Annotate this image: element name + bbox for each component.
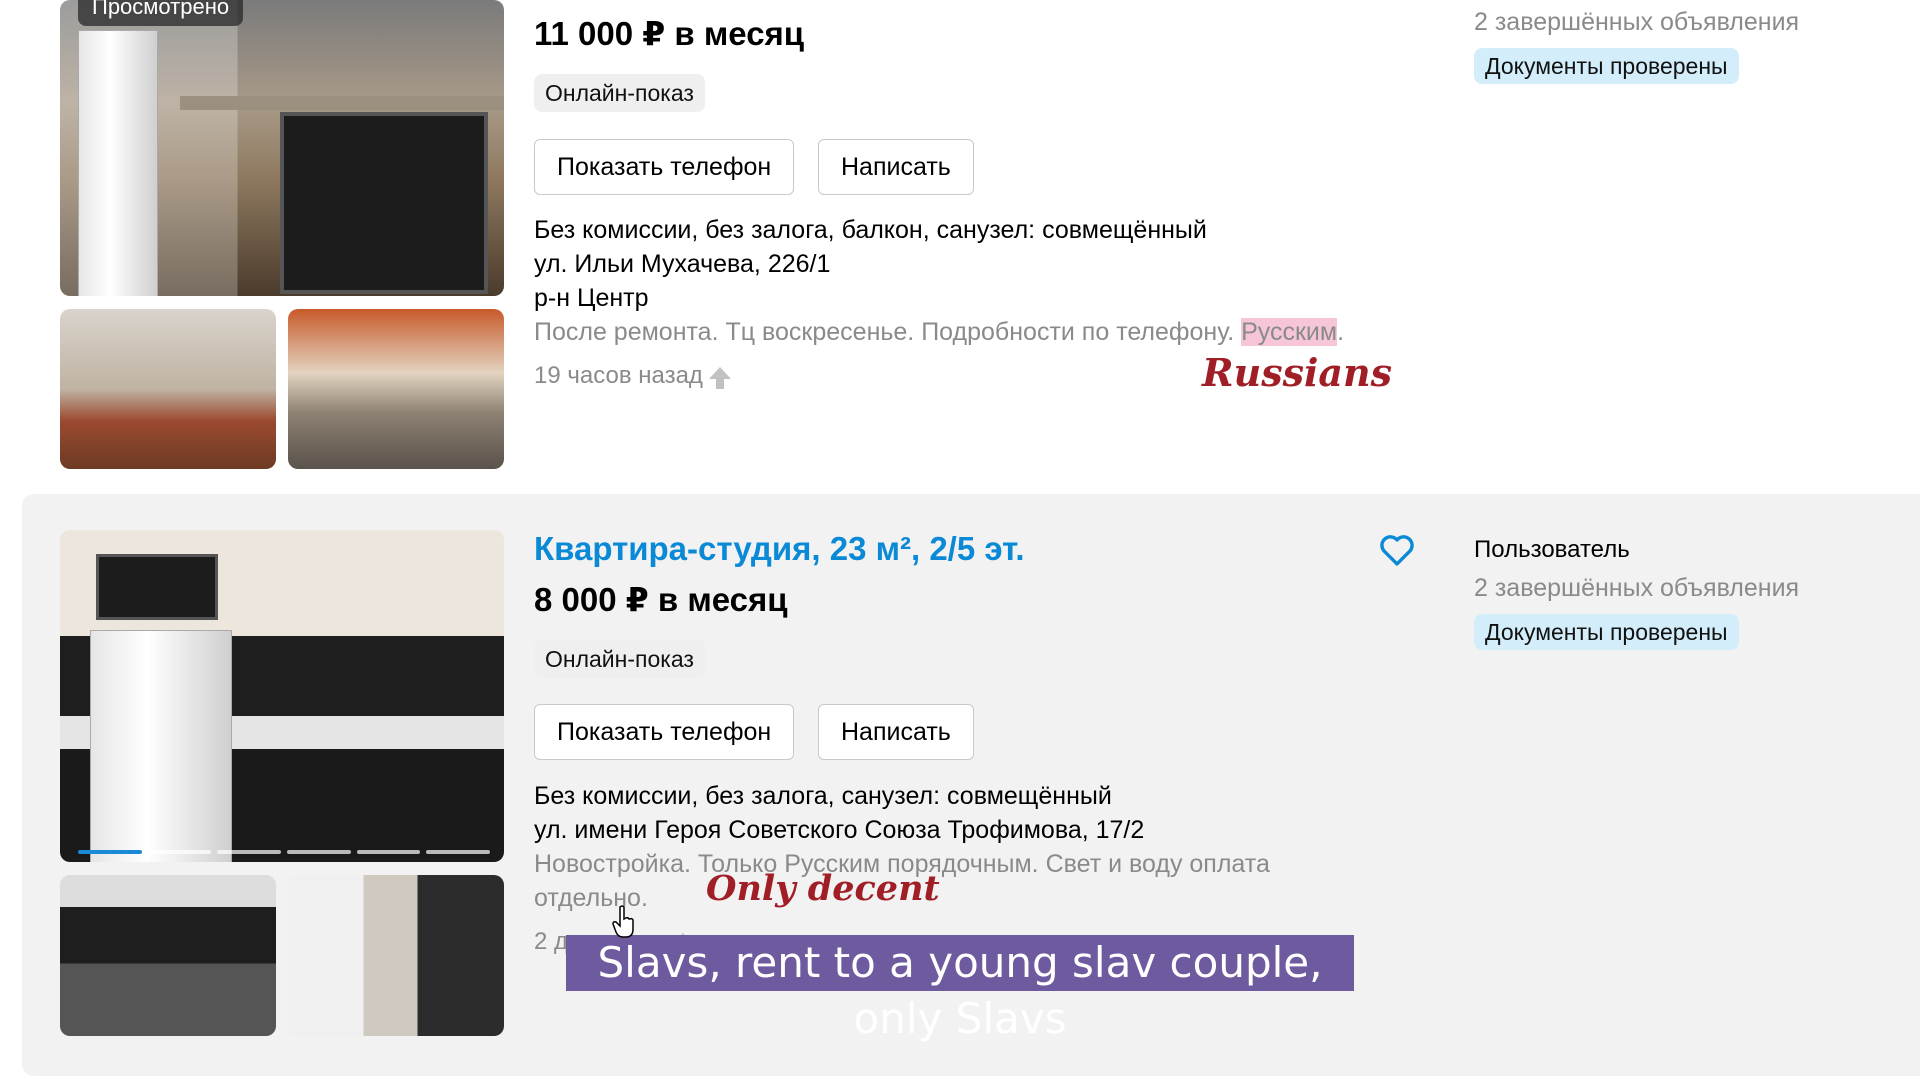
listing-1-verified-badge: Документы проверены <box>1474 48 1739 84</box>
listing-1-thumb-2[interactable] <box>288 309 504 469</box>
description-end: . <box>1337 318 1345 346</box>
listing-card-1: Просмотрено 11 000 ₽ в месяц Онлайн-пока… <box>0 0 1920 492</box>
oven <box>280 112 488 294</box>
listing-1-address[interactable]: ул. Ильи Мухачева, 226/1 <box>534 250 830 279</box>
listing-1-main-photo[interactable] <box>60 0 504 296</box>
description-text: После ремонта. Тц воскресенье. Подробнос… <box>534 318 1242 346</box>
listing-2-seller-name[interactable]: Пользователь <box>1474 536 1630 564</box>
hand-cursor-icon <box>612 905 634 938</box>
listing-1-district: р-н Центр <box>534 284 649 312</box>
viewed-tag: Просмотрено <box>78 0 244 26</box>
listing-2-features: Без комиссии, без залога, санузел: совме… <box>534 782 1112 810</box>
listing-2-thumb-2[interactable] <box>288 875 504 1036</box>
fridge <box>90 630 232 862</box>
listing-2-main-photo[interactable] <box>60 530 504 862</box>
highlighted-word: Русским <box>1241 318 1338 346</box>
listing-2-online-badge: Онлайн-показ <box>534 640 705 678</box>
listing-2-address[interactable]: ул. имени Героя Советского Союза Трофимо… <box>534 816 1144 845</box>
carousel-dot[interactable] <box>426 850 491 854</box>
time-text: 19 часов назад <box>534 362 703 389</box>
listing-2-verified-badge: Документы проверены <box>1474 614 1739 650</box>
listing-1-online-badge: Онлайн-показ <box>534 74 705 112</box>
video-subtitle: Slavs, rent to a young slav couple, only… <box>566 935 1354 1043</box>
listing-1-price: 11 000 ₽ в месяц <box>534 15 805 52</box>
listing-1-features: Без комиссии, без залога, балкон, санузе… <box>534 216 1207 244</box>
listing-1-description: После ремонта. Тц воскресенье. Подробнос… <box>534 318 1344 347</box>
photo-carousel-dots[interactable] <box>78 850 491 854</box>
listing-1-thumb-1[interactable] <box>60 309 276 469</box>
carousel-dot[interactable] <box>217 850 282 854</box>
listing-2-write-button[interactable]: Написать <box>818 704 974 760</box>
listing-1-write-button[interactable]: Написать <box>818 139 974 195</box>
annotation-only-decent: Only decent <box>706 868 940 909</box>
carousel-dot-active[interactable] <box>78 850 142 854</box>
promoted-arrow-icon <box>708 367 731 389</box>
listing-1-show-phone-button[interactable]: Показать телефон <box>534 139 795 195</box>
listing-2-title-link[interactable]: Квартира-студия, 23 м², 2/5 эт. <box>534 530 1025 568</box>
microwave <box>96 554 218 620</box>
listing-2-show-phone-button[interactable]: Показать телефон <box>534 704 795 760</box>
favorite-heart-icon[interactable] <box>1378 533 1416 567</box>
carousel-dot[interactable] <box>356 850 421 854</box>
annotation-russians: Russians <box>1202 350 1393 395</box>
listing-2-price: 8 000 ₽ в месяц <box>534 581 788 618</box>
listing-1-time: 19 часов назад <box>534 362 731 390</box>
listing-1-seller-count[interactable]: 2 завершённых объявления <box>1474 8 1799 37</box>
counter <box>180 96 504 110</box>
fridge <box>78 30 158 296</box>
listing-2-thumb-1[interactable] <box>60 875 276 1036</box>
carousel-dot[interactable] <box>147 850 212 854</box>
listing-2-seller-count[interactable]: 2 завершённых объявления <box>1474 574 1799 603</box>
carousel-dot[interactable] <box>287 850 351 854</box>
